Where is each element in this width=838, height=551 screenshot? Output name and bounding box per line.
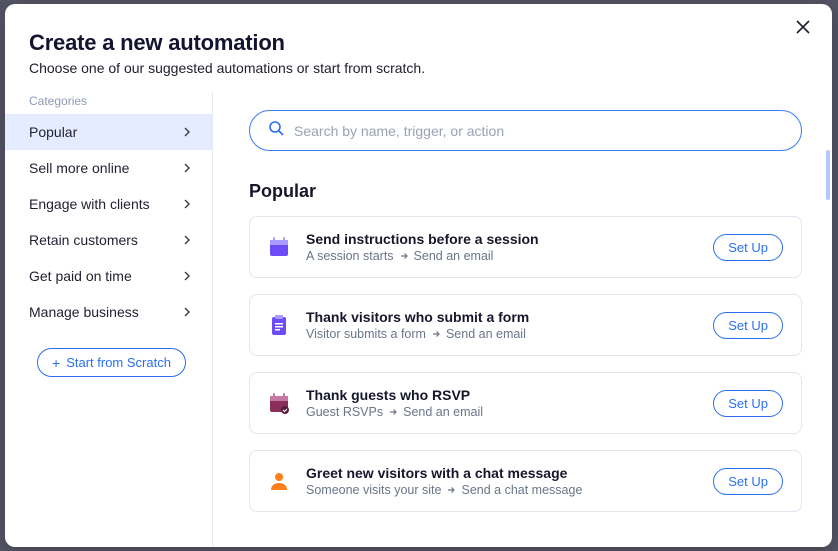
trigger-text: Someone visits your site <box>306 483 441 497</box>
search-input[interactable] <box>249 110 802 151</box>
start-from-scratch-button[interactable]: + Start from Scratch <box>37 348 186 377</box>
automation-card: Thank visitors who submit a form Visitor… <box>249 294 802 356</box>
modal-header: Create a new automation Choose one of ou… <box>5 4 832 92</box>
scratch-label: Start from Scratch <box>66 355 171 370</box>
clipboard-icon <box>268 314 290 336</box>
chevron-right-icon <box>182 199 192 209</box>
automation-card: Greet new visitors with a chat message S… <box>249 450 802 512</box>
sidebar-item-manage-business[interactable]: Manage business <box>5 294 212 330</box>
sidebar-item-label: Get paid on time <box>29 268 132 284</box>
scrollbar-thumb[interactable] <box>826 150 830 200</box>
card-title: Greet new visitors with a chat message <box>306 465 697 481</box>
category-sidebar: Categories Popular Sell more online Enga… <box>5 92 212 547</box>
automation-card: Send instructions before a session A ses… <box>249 216 802 278</box>
arrow-right-icon <box>432 327 440 341</box>
sidebar-item-retain-customers[interactable]: Retain customers <box>5 222 212 258</box>
sidebar-item-label: Sell more online <box>29 160 129 176</box>
chevron-right-icon <box>182 127 192 137</box>
setup-button[interactable]: Set Up <box>713 312 783 339</box>
arrow-right-icon <box>400 249 408 263</box>
chevron-right-icon <box>182 163 192 173</box>
chevron-right-icon <box>182 307 192 317</box>
card-title: Thank visitors who submit a form <box>306 309 697 325</box>
card-subtitle: A session starts Send an email <box>306 249 697 263</box>
calendar-check-icon <box>268 392 290 414</box>
sidebar-item-label: Retain customers <box>29 232 138 248</box>
setup-button[interactable]: Set Up <box>713 390 783 417</box>
modal-title: Create a new automation <box>29 30 808 56</box>
card-subtitle: Visitor submits a form Send an email <box>306 327 697 341</box>
chevron-right-icon <box>182 235 192 245</box>
setup-button[interactable]: Set Up <box>713 234 783 261</box>
chevron-right-icon <box>182 271 192 281</box>
card-title: Send instructions before a session <box>306 231 697 247</box>
sidebar-item-get-paid-on-time[interactable]: Get paid on time <box>5 258 212 294</box>
card-subtitle: Guest RSVPs Send an email <box>306 405 697 419</box>
automation-card: Thank guests who RSVP Guest RSVPs Send a… <box>249 372 802 434</box>
sidebar-item-label: Engage with clients <box>29 196 150 212</box>
sidebar-item-engage-with-clients[interactable]: Engage with clients <box>5 186 212 222</box>
arrow-right-icon <box>447 483 455 497</box>
automation-modal: Create a new automation Choose one of ou… <box>5 4 832 547</box>
search-field[interactable] <box>294 123 783 139</box>
arrow-right-icon <box>389 405 397 419</box>
action-text: Send a chat message <box>461 483 582 497</box>
search-icon <box>268 120 284 141</box>
action-text: Send an email <box>414 249 494 263</box>
section-title: Popular <box>249 181 802 202</box>
main-panel: Popular Send instructions before a sessi… <box>212 92 832 547</box>
card-subtitle: Someone visits your site Send a chat mes… <box>306 483 697 497</box>
close-icon[interactable] <box>796 20 814 38</box>
action-text: Send an email <box>403 405 483 419</box>
sidebar-item-popular[interactable]: Popular <box>5 114 212 150</box>
plus-icon: + <box>52 356 60 370</box>
trigger-text: A session starts <box>306 249 394 263</box>
person-icon <box>268 470 290 492</box>
sidebar-item-label: Manage business <box>29 304 139 320</box>
modal-subtitle: Choose one of our suggested automations … <box>29 60 808 76</box>
trigger-text: Guest RSVPs <box>306 405 383 419</box>
card-title: Thank guests who RSVP <box>306 387 697 403</box>
sidebar-item-sell-more-online[interactable]: Sell more online <box>5 150 212 186</box>
action-text: Send an email <box>446 327 526 341</box>
sidebar-item-label: Popular <box>29 124 77 140</box>
categories-label: Categories <box>5 94 212 114</box>
trigger-text: Visitor submits a form <box>306 327 426 341</box>
setup-button[interactable]: Set Up <box>713 468 783 495</box>
calendar-icon <box>268 236 290 258</box>
